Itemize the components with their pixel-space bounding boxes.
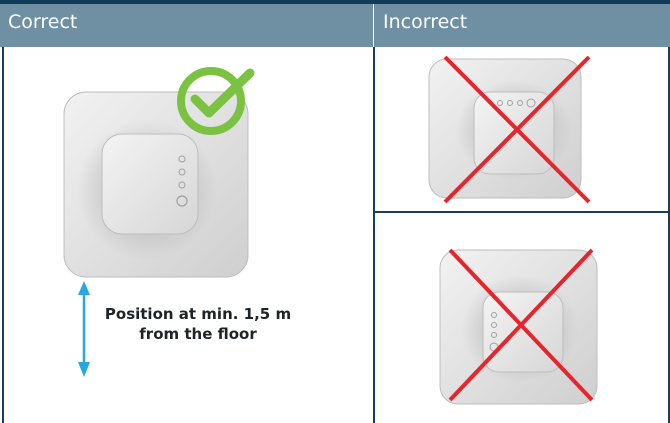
placement-figure: Correct Incorrect Position at min. 1,5 m… xyxy=(0,0,670,423)
incorrect-device-illustration-2 xyxy=(439,248,598,405)
